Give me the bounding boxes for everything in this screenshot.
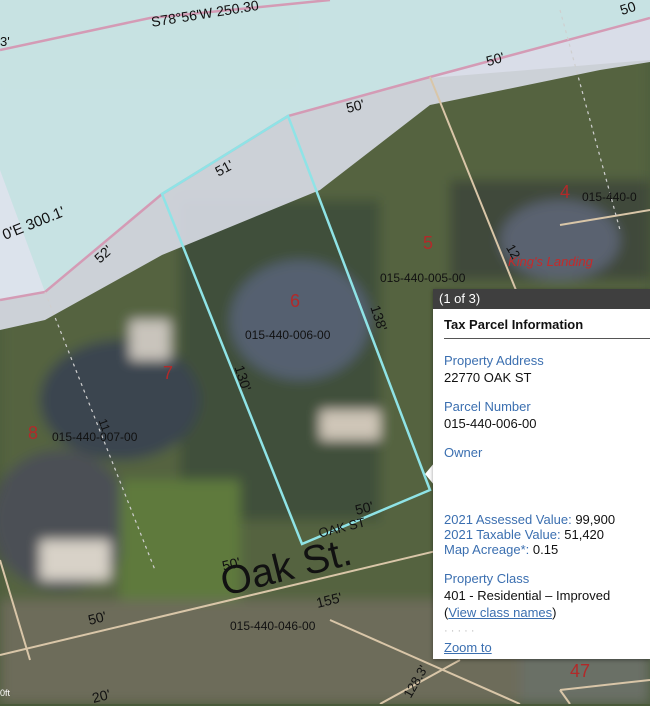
paren-close: ) <box>552 605 557 620</box>
owner-label: Owner <box>444 445 483 460</box>
acreage-row: Map Acreage*: 0.15 <box>444 542 650 557</box>
class-names-row: (View class names) <box>444 605 650 620</box>
view-class-names-link[interactable]: View class names <box>448 605 552 620</box>
parcel-info-popup: (1 of 3) Tax Parcel Information Property… <box>433 289 650 659</box>
address-value: 22770 OAK ST <box>444 370 532 385</box>
property-class-value: 401 - Residential – Improved <box>444 588 611 603</box>
acreage-label: Map Acreage*: <box>444 542 530 557</box>
popup-title: Tax Parcel Information <box>444 317 650 339</box>
acreage-value: 0.15 <box>532 542 559 557</box>
parcel-number-label: Parcel Number <box>444 399 531 414</box>
parcel-number-value: 015-440-006-00 <box>444 416 537 431</box>
assessed-row: 2021 Assessed Value: 99,900 <box>444 512 650 527</box>
taxable-value: 51,420 <box>564 527 605 542</box>
assessed-label: 2021 Assessed Value: <box>444 512 572 527</box>
assessed-value: 99,900 <box>575 512 616 527</box>
property-class-label: Property Class <box>444 571 530 586</box>
popup-counter: (1 of 3) <box>439 291 481 306</box>
popup-header: (1 of 3) <box>433 289 650 309</box>
popup-body: Tax Parcel Information Property Address … <box>433 309 650 620</box>
faded-text: · · · · · <box>444 625 475 637</box>
taxable-row: 2021 Taxable Value: 51,420 <box>444 527 650 542</box>
address-label: Property Address <box>444 353 544 368</box>
zoom-to-link[interactable]: Zoom to <box>444 640 492 655</box>
taxable-label: 2021 Taxable Value: <box>444 527 561 542</box>
